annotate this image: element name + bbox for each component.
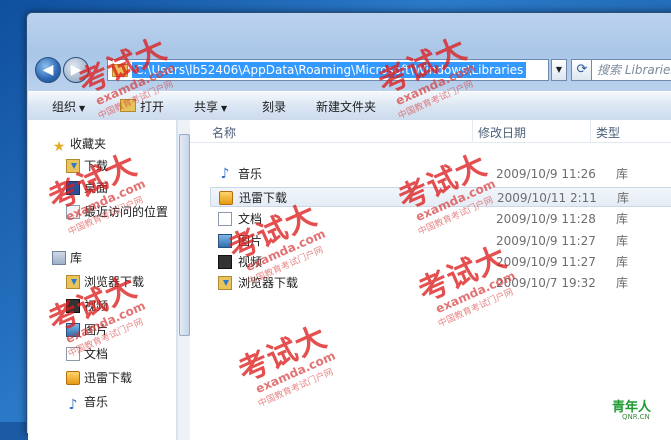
organize-button[interactable]: 组织 ▼	[52, 98, 85, 115]
file-list: 名称 修改日期 类型 ♪ 音乐 2009/10/9 11:26 库 迅雷下载 2…	[190, 120, 671, 440]
file-name: 图片	[238, 234, 263, 248]
file-row[interactable]: 浏览器下载 2009/10/7 19:32 库	[210, 273, 671, 293]
music-icon: ♪	[68, 397, 78, 413]
sidebar-item-favorites[interactable]: ★ 收藏夹	[52, 134, 106, 154]
file-type: 库	[617, 191, 630, 205]
address-dropdown-button[interactable]: ▼	[551, 59, 567, 81]
sidebar-item-label: 最近访问的位置	[84, 205, 169, 219]
sidebar-item-label: 文档	[84, 347, 109, 361]
sidebar-item-desktop[interactable]: 桌面	[66, 178, 108, 198]
file-row[interactable]: 图片 2009/10/9 11:27 库	[210, 231, 671, 251]
sidebar-item-xunlei[interactable]: 迅雷下载	[66, 368, 132, 388]
picture-icon	[66, 323, 80, 337]
library-icon	[52, 251, 66, 265]
file-type: 库	[616, 167, 629, 181]
open-button[interactable]: 打开	[120, 98, 164, 115]
search-input[interactable]: 搜索 Libraries	[591, 59, 671, 81]
file-row[interactable]: 视频 2009/10/9 11:27 库	[210, 252, 671, 272]
file-type: 库	[616, 276, 629, 290]
sidebar-item-music[interactable]: ♪ 音乐	[66, 392, 108, 412]
video-icon	[218, 255, 232, 269]
file-type: 库	[616, 234, 629, 248]
star-icon: ★	[52, 139, 66, 155]
recent-places-icon	[66, 205, 80, 219]
picture-icon	[218, 234, 232, 248]
sidebar-item-label: 下载	[84, 159, 109, 173]
sidebar-item-pictures[interactable]: 图片	[66, 320, 108, 340]
document-icon	[66, 347, 80, 361]
sidebar-item-recent[interactable]: 最近访问的位置	[66, 202, 168, 222]
desktop-icon	[66, 181, 80, 195]
column-divider[interactable]	[590, 120, 591, 142]
navigation-pane: ★ 收藏夹 下载 桌面 最近访问的位置 库 浏览器下载 视频 图片 文档 迅雷下载…	[28, 120, 177, 440]
back-button[interactable]: ◀	[35, 57, 61, 83]
sidebar-item-label: 音乐	[84, 395, 109, 409]
file-name: 视频	[238, 255, 263, 269]
open-folder-icon	[120, 99, 136, 112]
file-modified: 2009/10/11 2:11	[497, 191, 597, 205]
file-name: 文档	[238, 212, 263, 226]
file-row[interactable]: ♪ 音乐 2009/10/9 11:26 库	[210, 164, 671, 184]
sidebar-item-documents[interactable]: 文档	[66, 344, 108, 364]
address-bar[interactable]: C:\Users\lb52406\AppData\Roaming\Microso…	[107, 59, 549, 81]
file-name: 浏览器下载	[238, 276, 299, 290]
column-divider[interactable]	[472, 120, 473, 142]
xunlei-icon	[219, 191, 233, 205]
document-icon	[218, 212, 232, 226]
download-icon	[66, 275, 80, 289]
sidebar-item-label: 桌面	[84, 181, 109, 195]
sidebar-item-videos[interactable]: 视频	[66, 296, 108, 316]
sidebar-item-downloads[interactable]: 下载	[66, 156, 108, 176]
burn-button[interactable]: 刻录	[262, 98, 286, 115]
folder-icon	[112, 64, 128, 77]
organize-label: 组织	[52, 100, 77, 114]
sidebar-item-libraries[interactable]: 库	[52, 248, 82, 268]
file-row-selected[interactable]: 迅雷下载 2009/10/11 2:11 库	[210, 187, 671, 207]
explorer-window: ◀ ▶ C:\Users\lb52406\AppData\Roaming\Mic…	[26, 12, 671, 440]
share-label: 共享	[194, 100, 219, 114]
download-icon	[218, 276, 232, 290]
chevron-down-icon: ▼	[79, 104, 86, 113]
file-modified: 2009/10/9 11:27	[496, 255, 596, 269]
open-label: 打开	[140, 100, 165, 114]
column-name[interactable]: 名称	[212, 124, 236, 141]
download-icon	[66, 159, 80, 173]
new-folder-label: 新建文件夹	[316, 100, 377, 114]
column-header: 名称 修改日期 类型	[190, 120, 671, 143]
scrollbar-thumb[interactable]	[179, 134, 190, 336]
command-bar: 组织 ▼ 打开 共享 ▼ 刻录 新建文件夹	[28, 91, 671, 121]
sidebar-item-label: 迅雷下载	[84, 371, 133, 385]
refresh-button[interactable]: ⟳	[571, 59, 593, 81]
sidebar-item-label: 图片	[84, 323, 109, 337]
file-name: 迅雷下载	[239, 191, 288, 205]
file-name: 音乐	[238, 167, 263, 181]
sidebar-item-label: 库	[70, 251, 83, 265]
column-type[interactable]: 类型	[596, 124, 620, 141]
file-modified: 2009/10/9 11:28	[496, 212, 596, 226]
file-modified: 2009/10/9 11:26	[496, 167, 596, 181]
file-type: 库	[616, 212, 629, 226]
share-button[interactable]: 共享 ▼	[194, 98, 227, 115]
sidebar-item-label: 视频	[84, 299, 109, 313]
sidebar-scrollbar[interactable]	[177, 120, 190, 440]
corner-logo: 青年人 QNR.CN	[612, 396, 651, 421]
sidebar-item-browser-downloads[interactable]: 浏览器下载	[66, 272, 144, 292]
video-icon	[66, 299, 80, 313]
chevron-down-icon: ▼	[221, 104, 228, 113]
file-type: 库	[616, 255, 629, 269]
file-modified: 2009/10/9 11:27	[496, 234, 596, 248]
burn-label: 刻录	[262, 100, 287, 114]
file-row[interactable]: 文档 2009/10/9 11:28 库	[210, 209, 671, 229]
music-icon: ♪	[220, 166, 230, 182]
column-modified[interactable]: 修改日期	[478, 124, 526, 141]
new-folder-button[interactable]: 新建文件夹	[316, 98, 376, 115]
address-path[interactable]: C:\Users\lb52406\AppData\Roaming\Microso…	[132, 62, 527, 78]
file-modified: 2009/10/7 19:32	[496, 276, 596, 290]
sidebar-item-label: 收藏夹	[70, 137, 107, 151]
sidebar-item-label: 浏览器下载	[84, 275, 145, 289]
xunlei-icon	[66, 371, 80, 385]
forward-button[interactable]: ▶	[63, 57, 89, 83]
